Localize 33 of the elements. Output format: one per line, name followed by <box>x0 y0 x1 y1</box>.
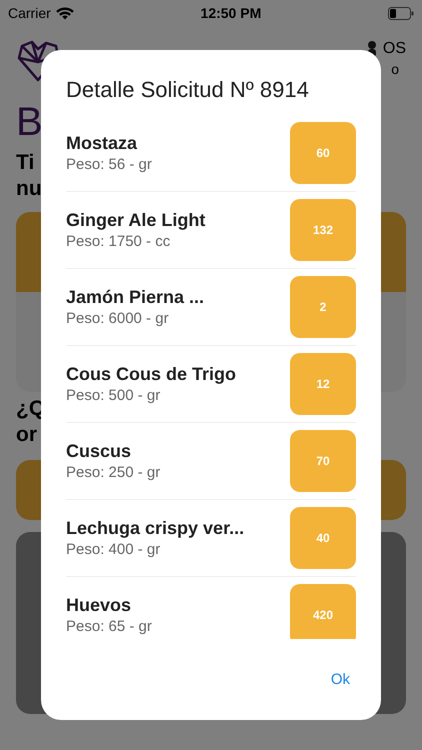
product-name: Lechuga crispy ver... <box>66 518 246 539</box>
product-name: Cous Cous de Trigo <box>66 364 238 385</box>
quantity-badge: 60 <box>290 122 356 184</box>
user-name: OS <box>382 40 406 58</box>
product-name: Mostaza <box>66 133 138 154</box>
product-weight: Peso: 65 - gr <box>66 618 153 635</box>
quantity-badge: 2 <box>290 276 356 338</box>
section-title: or <box>16 422 37 448</box>
carrier-label: Carrier <box>8 5 51 21</box>
product-weight: Peso: 1750 - cc <box>66 233 172 250</box>
page-heading: B <box>16 99 43 146</box>
quantity-badge: 132 <box>290 199 356 261</box>
product-name: Cuscus <box>66 441 132 462</box>
quantity-badge: 70 <box>290 430 356 492</box>
quantity-badge: 40 <box>290 507 356 569</box>
user-subtitle: o <box>391 61 399 77</box>
product-weight: Peso: 250 - gr <box>66 464 162 481</box>
product-weight: Peso: 6000 - gr <box>66 310 170 327</box>
product-name: Ginger Ale Light <box>66 210 206 231</box>
product-weight: Peso: 56 - gr <box>66 156 153 173</box>
product-name: Jamón Pierna ... <box>66 287 206 308</box>
quantity-badge: 420 <box>290 584 356 639</box>
status-time: 12:50 PM <box>200 5 262 21</box>
ok-button[interactable]: Ok <box>324 667 356 692</box>
product-name: Huevos <box>66 595 132 616</box>
section-title: Ti <box>16 150 34 176</box>
dialog-title: Detalle Solicitud Nº 8914 <box>66 76 310 104</box>
quantity-badge: 12 <box>290 353 356 415</box>
wifi-icon <box>56 6 74 20</box>
battery-icon <box>388 6 414 20</box>
product-weight: Peso: 400 - gr <box>66 541 162 558</box>
section-title: nu <box>16 176 42 202</box>
product-weight: Peso: 500 - gr <box>66 387 162 404</box>
